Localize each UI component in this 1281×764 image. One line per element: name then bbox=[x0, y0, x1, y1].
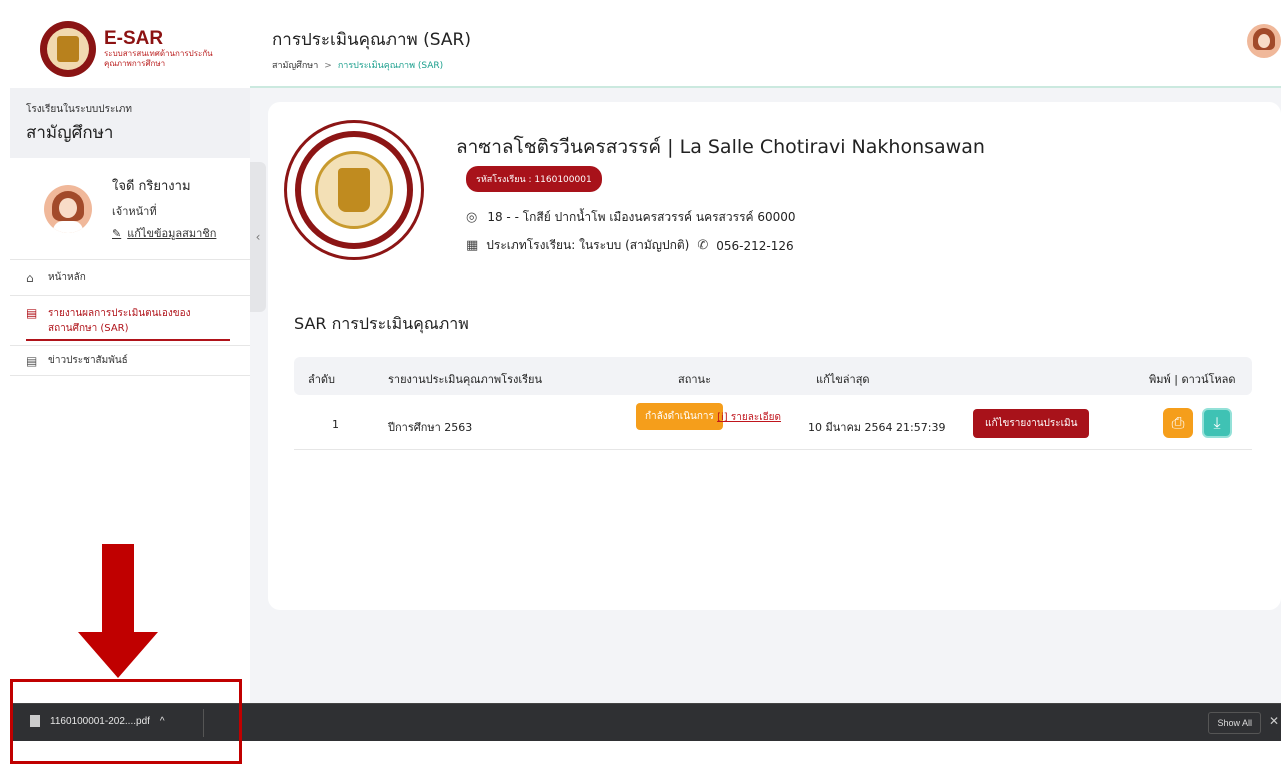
show-all-button[interactable]: Show All bbox=[1208, 712, 1261, 734]
school-type-value: สามัญศึกษา bbox=[26, 123, 114, 143]
column-header: พิมพ์ | ดาวน์โหลด bbox=[1149, 373, 1236, 386]
sidebar-item-home[interactable]: ⌂ หน้าหลัก bbox=[10, 260, 250, 296]
chevron-left-icon: ‹ bbox=[255, 230, 261, 244]
breadcrumb-current: การประเมินคุณภาพ (SAR) bbox=[337, 61, 444, 71]
school-code-badge: รหัสโรงเรียน : 1160100001 bbox=[466, 166, 602, 192]
row-index: 1 bbox=[332, 418, 339, 431]
edit-report-button[interactable]: แก้ไขรายงานประเมิน bbox=[973, 409, 1090, 438]
brand-subtitle-1: ระบบสารสนเทศด้านการประกัน bbox=[104, 49, 213, 58]
sidebar-item-label: สถานศึกษา (SAR) bbox=[48, 323, 129, 334]
school-seal-icon bbox=[284, 120, 424, 260]
user-name: ใจดี กริยางาม bbox=[112, 179, 191, 194]
home-icon: ⌂ bbox=[26, 270, 34, 285]
school-name: ลาซาลโชติรวีนครสวรรค์ | La Salle Chotira… bbox=[456, 136, 985, 158]
pencil-icon: ✎ bbox=[112, 226, 122, 240]
column-header: แก้ไขล่าสุด bbox=[816, 373, 870, 386]
detail-link[interactable]: [i] รายละเอียด bbox=[619, 408, 781, 428]
school-address: ◎ 18 - - โกสีย์ ปากน้ำโพ เมืองนครสวรรค์ … bbox=[466, 208, 796, 227]
print-button[interactable]: ⎙ bbox=[1163, 408, 1193, 438]
document-icon: ▤ bbox=[26, 353, 38, 368]
school-card: ลาซาลโชติรวีนครสวรรค์ | La Salle Chotira… bbox=[268, 102, 1281, 610]
document-icon: ▤ bbox=[26, 306, 38, 320]
address-text: 18 - - โกสีย์ ปากน้ำโพ เมืองนครสวรรค์ นค… bbox=[487, 210, 796, 224]
page-title: การประเมินคุณภาพ (SAR) bbox=[272, 30, 471, 50]
annotation-arrow-icon bbox=[78, 544, 158, 678]
user-role: เจ้าหน้าที่ bbox=[112, 205, 157, 218]
breadcrumb-separator: > bbox=[324, 61, 332, 71]
row-report: ปีการศึกษา 2563 bbox=[388, 421, 473, 434]
column-header: ลำดับ bbox=[308, 373, 336, 386]
building-icon: ▦ bbox=[466, 238, 479, 253]
printer-icon: ⎙ bbox=[1171, 413, 1185, 432]
sidebar-item-label: รายงานผลการประเมินตนเองของ bbox=[48, 308, 191, 319]
sidebar-item-label: หน้าหลัก bbox=[48, 272, 86, 283]
sidebar-item-sar-report[interactable]: ▤ รายงานผลการประเมินตนเองของ สถานศึกษา (… bbox=[10, 296, 250, 346]
annotation-highlight-box bbox=[10, 679, 242, 764]
phone-icon: ✆ bbox=[697, 238, 709, 253]
phone-text: 056-212-126 bbox=[716, 238, 794, 253]
school-type-text: ประเภทโรงเรียน: ในระบบ (สามัญปกติ) bbox=[486, 238, 690, 252]
app-window: E-SAR ระบบสารสนเทศด้านการประกัน คุณภาพกา… bbox=[10, 10, 1281, 703]
download-button[interactable]: ⤓ bbox=[1202, 408, 1232, 438]
sidebar-item-news[interactable]: ▤ ข่าวประชาสัมพันธ์ bbox=[10, 346, 250, 376]
edit-profile-label: แก้ไขข้อมูลสมาชิก bbox=[127, 227, 217, 240]
page-header: การประเมินคุณภาพ (SAR) สามัญศึกษา > การประ… bbox=[250, 10, 1281, 88]
column-header: รายงานประเมินคุณภาพโรงเรียน bbox=[388, 373, 542, 386]
row-last-edit: 10 มีนาคม 2564 21:57:39 bbox=[808, 421, 946, 434]
header-avatar[interactable] bbox=[1247, 24, 1281, 58]
column-header: สถานะ bbox=[678, 373, 711, 386]
table-row: 1 ปีการศึกษา 2563 กำลังดำเนินการ [i] ราย… bbox=[294, 400, 1252, 450]
table-header: ลำดับ รายงานประเมินคุณภาพโรงเรียน สถานะ … bbox=[294, 357, 1252, 395]
avatar bbox=[44, 184, 92, 233]
brand-subtitle-2: คุณภาพการศึกษา bbox=[104, 59, 166, 68]
breadcrumb: สามัญศึกษา > การประเมินคุณภาพ (SAR) bbox=[272, 58, 443, 72]
brand-title: E-SAR bbox=[104, 28, 164, 49]
close-icon[interactable]: ✕ bbox=[1269, 714, 1279, 728]
download-icon: ⤓ bbox=[1213, 413, 1221, 432]
logo-area[interactable]: E-SAR ระบบสารสนเทศด้านการประกัน คุณภาพกา… bbox=[10, 10, 250, 88]
sidebar-collapse-button[interactable]: ‹ bbox=[250, 162, 266, 312]
school-type-label: โรงเรียนในระบบประเภท bbox=[26, 104, 132, 115]
logo-emblem-icon bbox=[40, 21, 96, 77]
sidebar-item-label: ข่าวประชาสัมพันธ์ bbox=[48, 355, 128, 366]
location-pin-icon: ◎ bbox=[466, 210, 478, 225]
school-type-info: ▦ ประเภทโรงเรียน: ในระบบ (สามัญปกติ) ✆ 0… bbox=[466, 236, 794, 255]
breadcrumb-item[interactable]: สามัญศึกษา bbox=[272, 61, 318, 71]
user-panel: ใจดี กริยางาม เจ้าหน้าที่ ✎ แก้ไขข้อมูลส… bbox=[10, 158, 250, 260]
school-type-panel: โรงเรียนในระบบประเภท สามัญศึกษา bbox=[10, 88, 250, 158]
sar-section-title: SAR การประเมินคุณภาพ bbox=[294, 314, 469, 333]
edit-profile-link[interactable]: ✎ แก้ไขข้อมูลสมาชิก bbox=[112, 224, 216, 242]
